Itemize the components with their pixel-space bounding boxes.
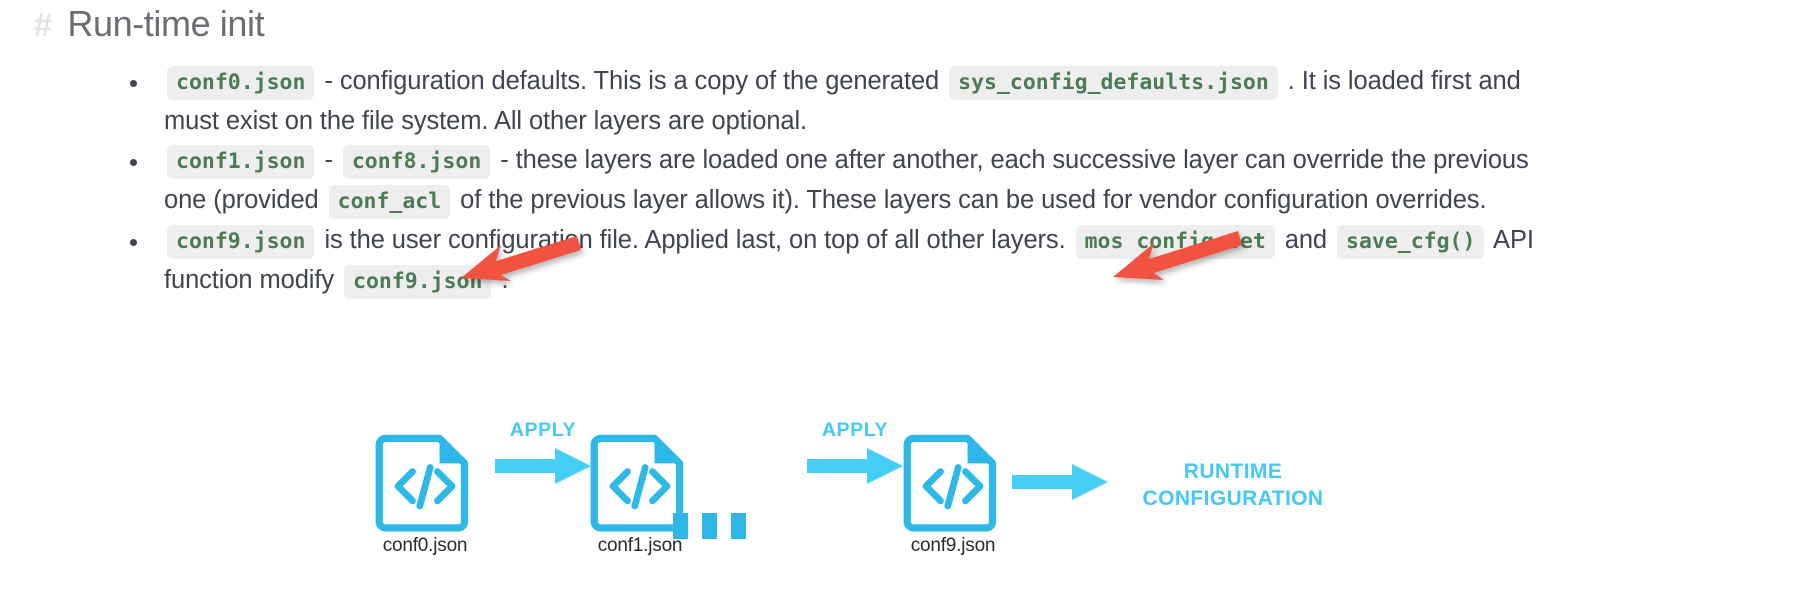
bullet-text-segment: - configuration defaults. This is a copy… — [317, 67, 947, 95]
documentation-page: # Run-time init conf0.json - configurati… — [0, 0, 1820, 596]
ellipsis-dot — [731, 513, 746, 539]
diagram-node-label: conf9.json — [910, 535, 996, 556]
inline-code-mos-config-set: mos config-set — [1075, 225, 1275, 259]
inline-code-conf9-json: conf9.json — [344, 265, 492, 299]
config-layer-diagram: conf0.json APPLY conf1.json APPLY conf9.… — [360, 419, 1360, 580]
bullet-text-segment: and — [1277, 226, 1334, 254]
page-heading: # Run-time init — [34, 2, 265, 45]
diagram-node-conf9: conf9.json — [888, 428, 1018, 557]
inline-code-conf-acl: conf_acl — [328, 185, 451, 219]
diagram-result-label: RUNTIME CONFIGURATION — [1142, 460, 1324, 510]
ellipsis-dot — [673, 513, 688, 539]
diagram-result-arrow — [1010, 460, 1110, 509]
inline-code-conf0-json: conf0.json — [167, 66, 315, 100]
inline-code-conf8-json: conf8.json — [342, 145, 491, 179]
inline-code-save-cfg: save_cfg() — [1337, 225, 1485, 259]
inline-code-conf1-json: conf1.json — [167, 145, 315, 179]
code-file-icon — [903, 434, 997, 532]
bullet-text-segment: of the previous layer allows it). These … — [453, 186, 1487, 214]
diagram-ellipsis — [673, 513, 746, 539]
diagram-node-label: conf0.json — [382, 535, 468, 556]
list-item-conf1-conf8: conf1.json - conf8.json - these layers a… — [118, 141, 1538, 221]
inline-code-conf9-json: conf9.json — [167, 225, 315, 259]
heading-anchor-icon[interactable]: # — [34, 8, 52, 41]
list-item-conf0: conf0.json - configuration defaults. Thi… — [118, 62, 1538, 141]
bullet-text-segment: . — [494, 266, 509, 294]
list-item-conf9: conf9.json is the user configuration fil… — [118, 221, 1538, 301]
config-layers-list: conf0.json - configuration defaults. Thi… — [118, 62, 1538, 301]
page-title: Run-time init — [67, 3, 265, 44]
result-arrow-icon — [1012, 464, 1108, 500]
inline-code-sys-config-defaults-json: sys_config_defaults.json — [949, 66, 1278, 100]
bullet-text-segment: is the user configuration file. Applied … — [317, 226, 1073, 254]
code-file-icon — [375, 434, 469, 532]
bullet-text-segment: - — [317, 146, 340, 174]
ellipsis-dot — [702, 513, 717, 539]
